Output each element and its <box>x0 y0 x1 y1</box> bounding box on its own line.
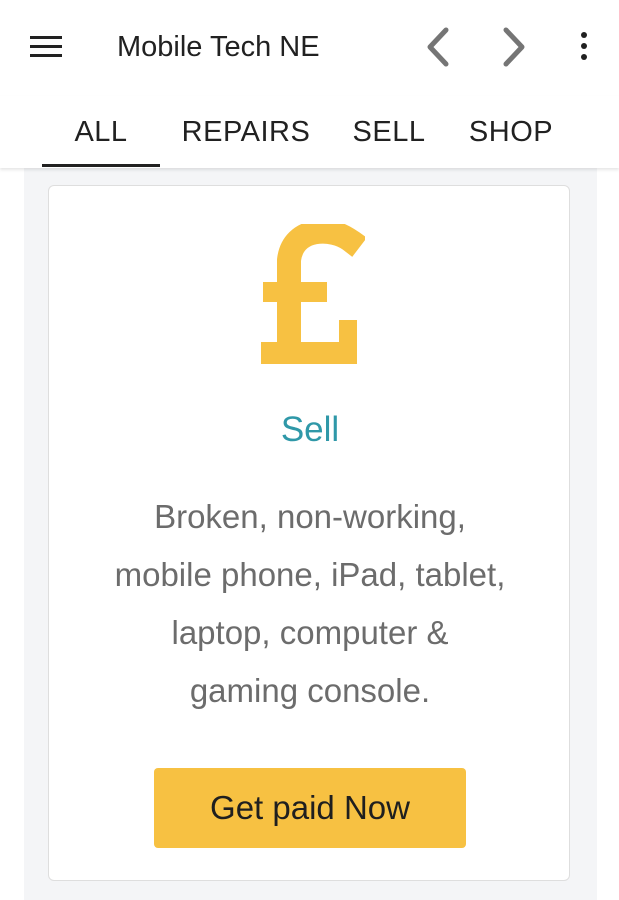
tab-bar: ALL REPAIRS SELL SHOP <box>0 96 619 168</box>
app-title: Mobile Tech NE <box>117 31 320 63</box>
description-line: Broken, non-working, <box>154 498 466 535</box>
tab-all[interactable]: ALL <box>42 114 160 154</box>
tab-sell[interactable]: SELL <box>346 114 432 154</box>
tab-repairs[interactable]: REPAIRS <box>176 114 316 154</box>
more-vertical-icon[interactable] <box>570 30 598 64</box>
get-paid-now-button[interactable]: Get paid Now <box>154 768 466 848</box>
tab-selected-indicator <box>42 164 160 167</box>
description-line: laptop, computer & <box>171 614 449 651</box>
app-bar: Mobile Tech NE <box>0 0 619 96</box>
menu-icon[interactable] <box>30 34 62 60</box>
sell-card: Sell Broken, non-working, mobile phone, … <box>48 185 570 881</box>
card-title: Sell <box>280 410 340 449</box>
description-line: mobile phone, iPad, tablet, <box>114 556 506 593</box>
chevron-left-icon[interactable] <box>420 24 456 70</box>
chevron-right-icon[interactable] <box>496 24 532 70</box>
pound-sign-icon <box>259 219 367 372</box>
card-description: Broken, non-working, mobile phone, iPad,… <box>69 488 551 720</box>
tab-shop[interactable]: SHOP <box>461 114 561 154</box>
description-line: gaming console. <box>189 672 431 709</box>
